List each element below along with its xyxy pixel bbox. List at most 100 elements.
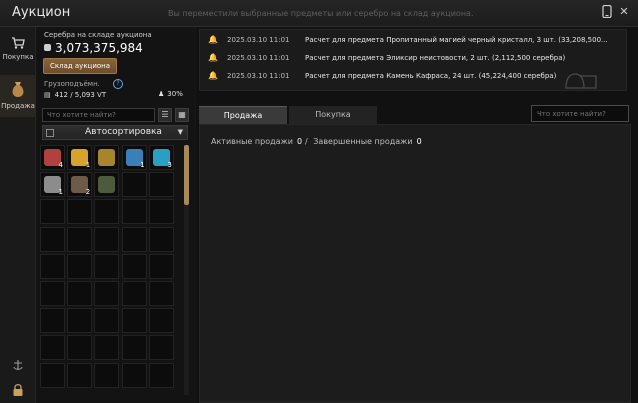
list-view-icon[interactable]: ☰ [158,108,172,122]
notification-row[interactable]: 🔔 2025.03.10 11:01 Расчет для предмета Э… [200,51,628,67]
money-bag-icon [0,80,36,100]
empty-slot[interactable] [67,308,93,334]
close-icon[interactable]: ✕ [617,5,631,19]
empty-slot[interactable] [40,362,65,388]
empty-slot[interactable] [121,226,147,252]
inventory-slot[interactable]: 3 [148,145,174,170]
auto-sort-checkbox[interactable] [46,129,54,137]
inventory-slot[interactable] [94,145,120,170]
warehouse-panel: Серебра на складе аукциона 3,073,375,984… [37,27,194,403]
warehouse-search-input[interactable] [42,108,155,122]
empty-slot[interactable] [121,362,147,388]
empty-slot[interactable] [67,226,93,252]
inventory-slot[interactable]: 2 [67,172,93,198]
auto-sort-bar[interactable]: Автосортировка ▼ [42,125,188,140]
empty-slot[interactable] [148,253,174,279]
chevron-down-icon[interactable]: ▼ [178,128,183,136]
weight-value: ▤ 412 / 5,093 VT [44,91,107,99]
empty-slot[interactable] [40,281,65,306]
item-count: 1 [85,161,91,169]
active-sales-label: Активные продажи [211,137,293,146]
item-count: 4 [58,161,63,169]
notification-text: Расчет для предмета Эликсир неистовости,… [305,54,566,62]
inventory-slot[interactable]: 1 [67,145,93,170]
bell-icon: 🔔 [208,53,218,62]
sales-content: Активные продажи 0/ Завершенные продажи 0 [199,124,631,403]
sidebar: Покупка Продажа [0,27,36,403]
notification-text: Расчет для предмета Камень Кафраса, 24 ш… [305,72,557,80]
main-panel: 🔔 2025.03.10 11:01 Расчет для предмета П… [196,27,638,403]
notification-date: 2025.03.10 11:01 [227,72,290,80]
empty-slot[interactable] [148,308,174,334]
inventory-slot[interactable]: 4 [40,145,65,170]
inventory-scrollbar[interactable] [184,145,189,395]
sidebar-item-sell-label: Продажа [1,102,35,110]
silver-icon [44,44,51,51]
grid-view-icon[interactable]: ▦ [175,108,189,122]
empty-slot[interactable] [40,335,65,361]
inventory-grid: 4 1 1 3 1 2 [40,145,181,395]
person-icon: ♟ [158,90,165,98]
warehouse-button[interactable]: Склад аукциона [43,58,117,74]
inventory-slot[interactable] [94,172,120,198]
empty-slot[interactable] [94,226,120,252]
empty-slot[interactable] [67,335,93,361]
empty-slot[interactable] [148,281,174,306]
empty-slot[interactable] [40,308,65,334]
empty-slot[interactable] [121,199,147,225]
sidebar-item-buy[interactable]: Покупка [0,33,36,69]
empty-slot[interactable] [67,253,93,279]
help-icon[interactable]: ? [113,79,123,89]
empty-slot[interactable] [121,308,147,334]
empty-slot[interactable] [121,335,147,361]
item-count: 1 [140,161,145,169]
sales-counts: Активные продажи 0/ Завершенные продажи 0 [211,137,425,146]
tab-sell[interactable]: Продажа [199,106,287,124]
empty-slot[interactable] [148,199,174,225]
inventory-slot[interactable]: 1 [40,172,65,198]
bell-icon: 🔔 [208,35,218,44]
empty-slot[interactable] [94,308,120,334]
completed-sales-label: Завершенные продажи [313,137,413,146]
phone-icon[interactable] [600,4,614,19]
lock-icon[interactable] [0,383,36,399]
scale-icon: ▤ [44,91,51,99]
empty-slot[interactable] [40,199,65,225]
tab-buy[interactable]: Покупка [289,106,377,124]
empty-slot[interactable] [67,199,93,225]
cart-icon [0,37,36,51]
empty-slot[interactable] [40,253,65,279]
bow-icon [98,176,116,194]
anchor-icon[interactable] [0,359,36,373]
empty-slot[interactable] [148,172,174,198]
scroll-bell-icon [560,70,600,94]
inventory-slot[interactable]: 1 [121,145,147,170]
notification-list: 🔔 2025.03.10 11:01 Расчет для предмета П… [199,29,627,91]
empty-slot[interactable] [148,226,174,252]
item-count: 1 [58,188,63,197]
bell-icon: 🔔 [208,71,218,80]
empty-slot[interactable] [121,253,147,279]
empty-slot[interactable] [40,226,65,252]
auto-sort-label: Автосортировка [85,127,162,137]
notification-date: 2025.03.10 11:01 [227,54,290,62]
notice-text: Вы переместили выбранные предметы или се… [168,9,474,18]
empty-slot[interactable] [121,172,147,198]
scrollbar-thumb[interactable] [184,145,189,205]
empty-slot[interactable] [148,335,174,361]
sidebar-item-sell[interactable]: Продажа [0,75,36,117]
item-count: 2 [85,188,91,197]
notification-row[interactable]: 🔔 2025.03.10 11:01 Расчет для предмета П… [200,33,628,49]
empty-slot[interactable] [94,253,120,279]
empty-slot[interactable] [94,335,120,361]
empty-slot[interactable] [148,362,174,388]
title-bar: Аукцион Вы переместили выбранные предмет… [0,0,638,27]
empty-slot[interactable] [94,281,120,306]
empty-slot[interactable] [94,199,120,225]
notification-text: Расчет для предмета Пропитанный магией ч… [305,36,608,44]
empty-slot[interactable] [67,281,93,306]
empty-slot[interactable] [94,362,120,388]
empty-slot[interactable] [121,281,147,306]
search-input[interactable] [531,105,629,122]
empty-slot[interactable] [67,362,93,388]
